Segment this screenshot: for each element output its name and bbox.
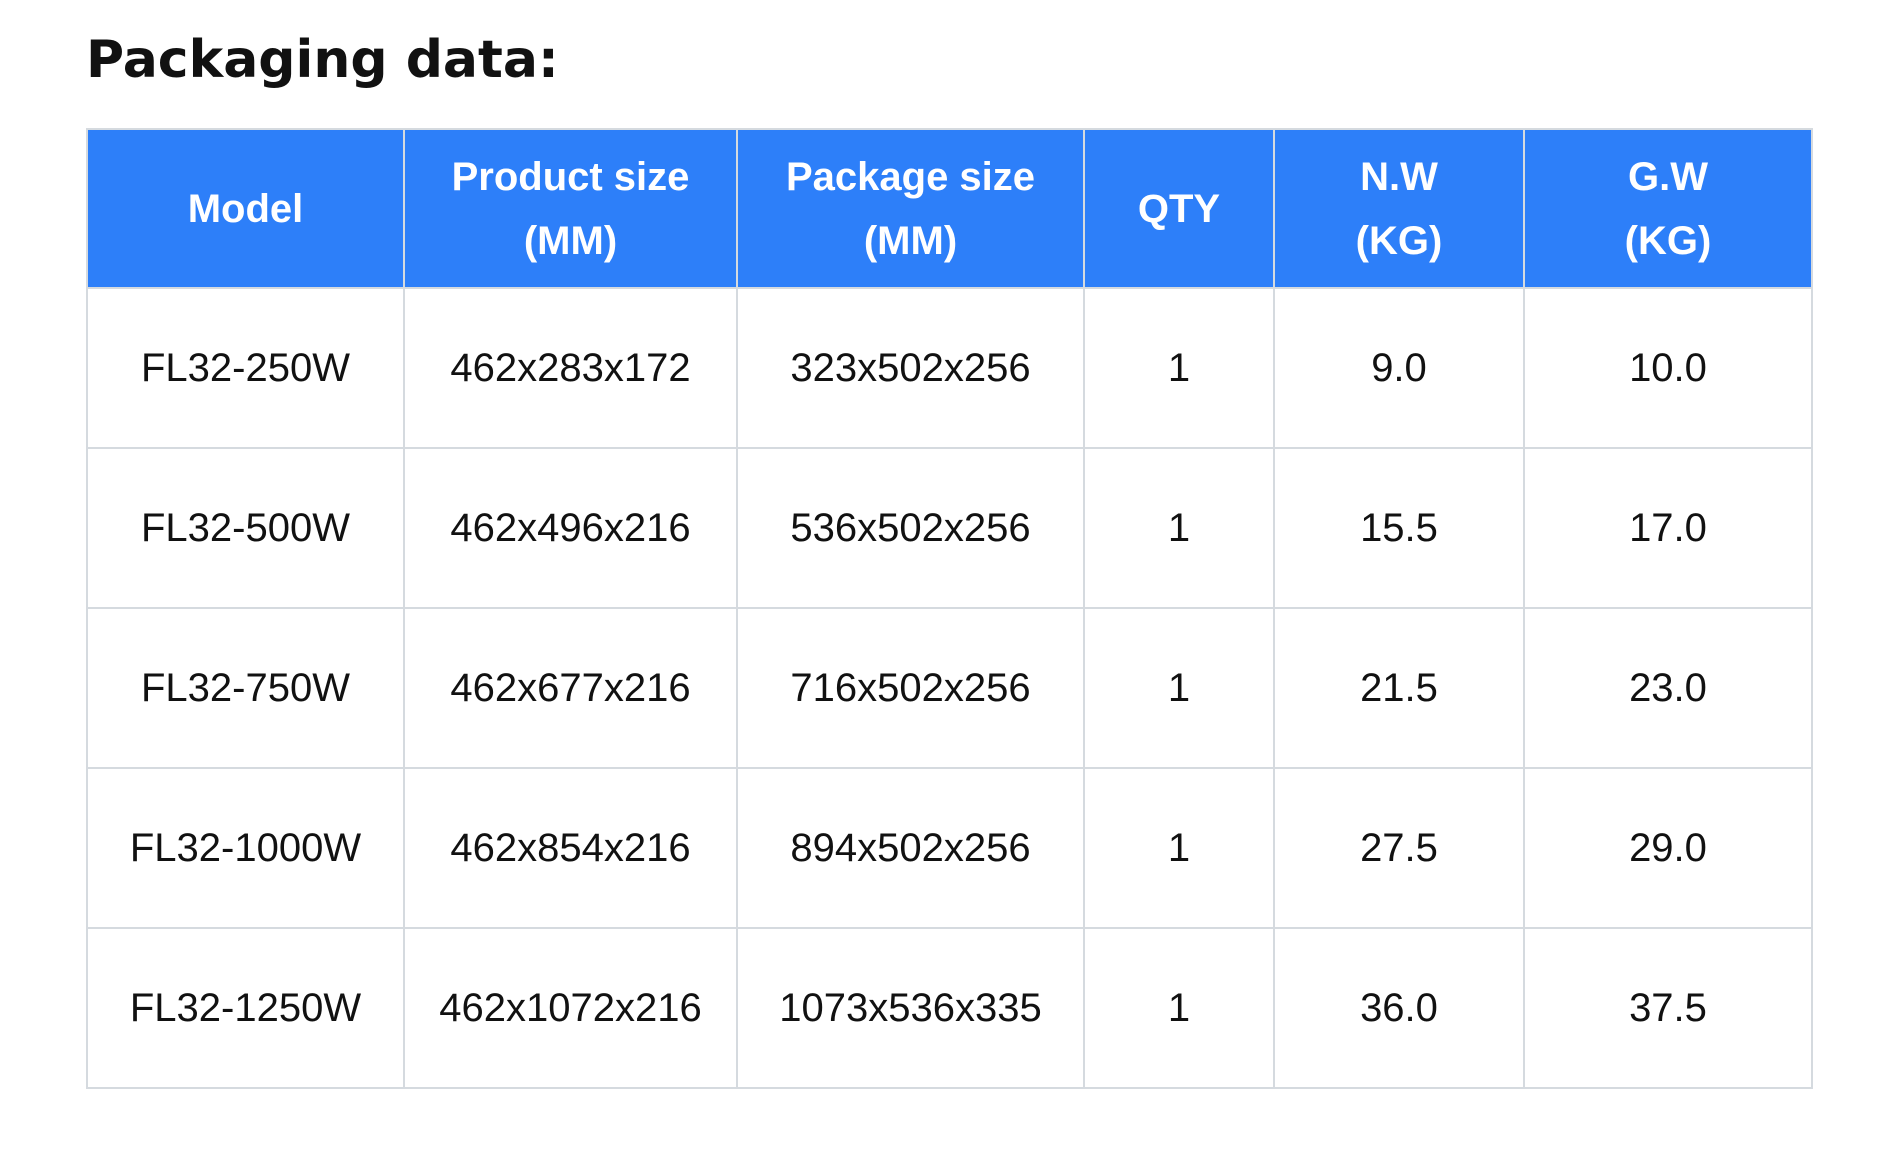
cell-net-weight: 27.5 bbox=[1273, 767, 1525, 929]
header-model: Model bbox=[86, 128, 405, 289]
cell-model: FL32-500W bbox=[86, 447, 405, 609]
cell-qty: 1 bbox=[1083, 287, 1275, 449]
page-title: Packaging data: bbox=[86, 30, 559, 90]
header-qty: QTY bbox=[1083, 128, 1275, 289]
cell-qty: 1 bbox=[1083, 607, 1275, 769]
cell-package-size: 1073x536x335 bbox=[736, 927, 1085, 1089]
header-gross-weight-label: G.W bbox=[1628, 154, 1708, 199]
cell-gross-weight: 10.0 bbox=[1523, 287, 1813, 449]
cell-net-weight: 15.5 bbox=[1273, 447, 1525, 609]
header-model-label: Model bbox=[187, 186, 304, 231]
cell-gross-weight: 17.0 bbox=[1523, 447, 1813, 609]
cell-net-weight: 21.5 bbox=[1273, 607, 1525, 769]
table-header-row: Model Product size (MM) Package size (MM… bbox=[86, 128, 1813, 289]
header-net-weight-label: N.W bbox=[1360, 154, 1438, 199]
table-row: FL32-1000W 462x854x216 894x502x256 1 27.… bbox=[86, 767, 1813, 929]
header-package-size-unit: (MM) bbox=[863, 218, 958, 263]
cell-qty: 1 bbox=[1083, 767, 1275, 929]
packaging-table: Model Product size (MM) Package size (MM… bbox=[86, 128, 1813, 1089]
cell-product-size: 462x496x216 bbox=[403, 447, 738, 609]
cell-gross-weight: 23.0 bbox=[1523, 607, 1813, 769]
cell-model: FL32-750W bbox=[86, 607, 405, 769]
cell-model: FL32-1000W bbox=[86, 767, 405, 929]
cell-product-size: 462x283x172 bbox=[403, 287, 738, 449]
table-row: FL32-250W 462x283x172 323x502x256 1 9.0 … bbox=[86, 287, 1813, 449]
table-row: FL32-1250W 462x1072x216 1073x536x335 1 3… bbox=[86, 927, 1813, 1089]
header-product-size-unit: (MM) bbox=[523, 218, 618, 263]
cell-gross-weight: 29.0 bbox=[1523, 767, 1813, 929]
cell-product-size: 462x854x216 bbox=[403, 767, 738, 929]
cell-model: FL32-250W bbox=[86, 287, 405, 449]
header-product-size-label: Product size bbox=[451, 154, 690, 199]
header-gross-weight: G.W (KG) bbox=[1523, 128, 1813, 289]
header-gross-weight-unit: (KG) bbox=[1624, 218, 1712, 263]
header-qty-label: QTY bbox=[1137, 186, 1221, 231]
header-package-size-label: Package size bbox=[785, 154, 1036, 199]
cell-product-size: 462x1072x216 bbox=[403, 927, 738, 1089]
cell-qty: 1 bbox=[1083, 447, 1275, 609]
header-product-size: Product size (MM) bbox=[403, 128, 738, 289]
cell-package-size: 323x502x256 bbox=[736, 287, 1085, 449]
header-package-size: Package size (MM) bbox=[736, 128, 1085, 289]
cell-gross-weight: 37.5 bbox=[1523, 927, 1813, 1089]
cell-package-size: 536x502x256 bbox=[736, 447, 1085, 609]
header-net-weight-unit: (KG) bbox=[1355, 218, 1443, 263]
header-net-weight: N.W (KG) bbox=[1273, 128, 1525, 289]
cell-product-size: 462x677x216 bbox=[403, 607, 738, 769]
table-row: FL32-750W 462x677x216 716x502x256 1 21.5… bbox=[86, 607, 1813, 769]
cell-package-size: 894x502x256 bbox=[736, 767, 1085, 929]
cell-qty: 1 bbox=[1083, 927, 1275, 1089]
cell-package-size: 716x502x256 bbox=[736, 607, 1085, 769]
cell-net-weight: 36.0 bbox=[1273, 927, 1525, 1089]
table-row: FL32-500W 462x496x216 536x502x256 1 15.5… bbox=[86, 447, 1813, 609]
cell-model: FL32-1250W bbox=[86, 927, 405, 1089]
cell-net-weight: 9.0 bbox=[1273, 287, 1525, 449]
